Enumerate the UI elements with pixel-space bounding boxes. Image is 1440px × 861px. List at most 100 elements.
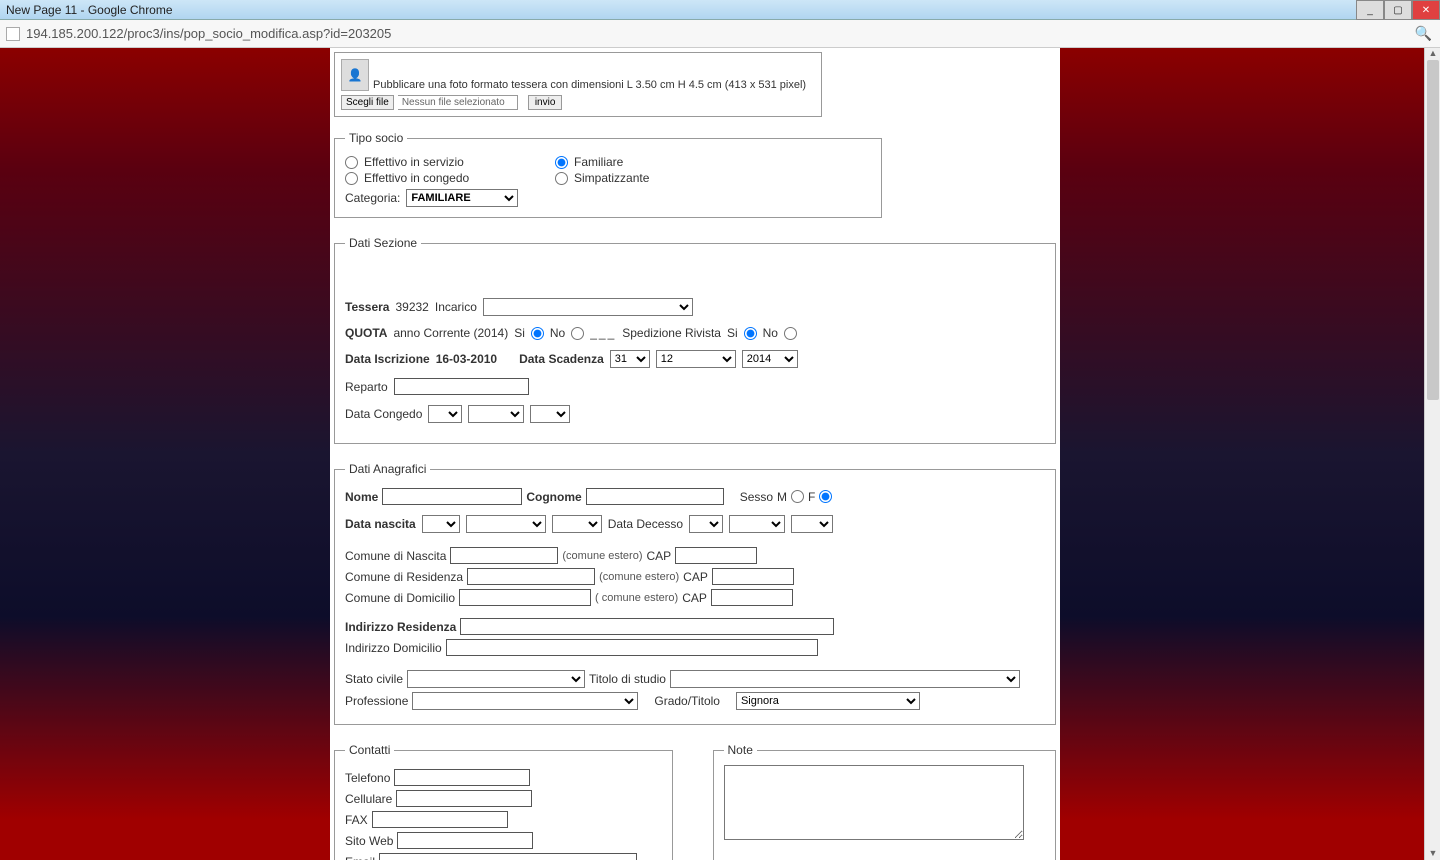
congedo-label: Data Congedo: [345, 407, 422, 421]
scadenza-year-select[interactable]: 2014: [742, 350, 798, 368]
decesso-year-select[interactable]: [791, 515, 833, 533]
congedo-year-select[interactable]: [530, 405, 570, 423]
contatti-legend: Contatti: [345, 743, 394, 757]
comune-nascita-input[interactable]: [450, 547, 558, 564]
sesso-f-radio[interactable]: [819, 490, 832, 503]
quota-year: anno Corrente (2014): [393, 326, 508, 340]
sped-no-label: No: [763, 326, 778, 340]
dati-sezione-legend: Dati Sezione: [345, 236, 421, 250]
quota-no-radio[interactable]: [571, 327, 584, 340]
data-iscrizione-label: Data Iscrizione: [345, 352, 430, 366]
cognome-input[interactable]: [586, 488, 724, 505]
estero-domicilio: ( comune estero): [595, 592, 678, 604]
nome-label: Nome: [345, 490, 378, 504]
choose-file-button[interactable]: Scegli file: [341, 95, 394, 110]
cap-residenza-label: CAP: [683, 570, 708, 584]
telefono-label: Telefono: [345, 771, 390, 785]
zoom-icon[interactable]: 🔍: [1415, 25, 1432, 42]
vertical-scrollbar[interactable]: ▲ ▼: [1424, 48, 1440, 860]
sito-label: Sito Web: [345, 834, 393, 848]
fax-input[interactable]: [372, 811, 508, 828]
comune-domicilio-label: Comune di Domicilio: [345, 591, 455, 605]
radio-effettivo-congedo[interactable]: [345, 172, 358, 185]
grado-select[interactable]: Signora: [736, 692, 920, 710]
photo-upload-box: 👤 Pubblicare una foto formato tessera co…: [334, 52, 822, 117]
url-text: 194.185.200.122/proc3/ins/pop_socio_modi…: [26, 26, 391, 41]
incarico-select[interactable]: [483, 298, 693, 316]
scroll-down-arrow[interactable]: ▼: [1425, 848, 1440, 860]
sesso-f-label: F: [808, 490, 815, 504]
avatar-placeholder-icon: 👤: [341, 59, 369, 91]
address-bar[interactable]: 194.185.200.122/proc3/ins/pop_socio_modi…: [0, 20, 1440, 48]
decesso-day-select[interactable]: [689, 515, 723, 533]
tipo-socio-fieldset: Tipo socio Effettivo in servizio Effetti…: [334, 131, 882, 218]
separator: ___: [590, 326, 616, 340]
file-selected-label: Nessun file selezionato: [398, 95, 518, 110]
sesso-label: Sesso: [740, 490, 773, 504]
quota-no-label: No: [550, 326, 565, 340]
minimize-button[interactable]: _: [1356, 0, 1384, 20]
label-effettivo-congedo: Effettivo in congedo: [364, 171, 469, 185]
congedo-day-select[interactable]: [428, 405, 462, 423]
cap-residenza-input[interactable]: [712, 568, 794, 585]
upload-button[interactable]: invio: [528, 95, 563, 110]
sped-si-radio[interactable]: [744, 327, 757, 340]
scroll-up-arrow[interactable]: ▲: [1425, 48, 1440, 60]
dati-sezione-fieldset: Dati Sezione Tessera 39232 Incarico QUOT…: [334, 236, 1056, 444]
dati-anagrafici-legend: Dati Anagrafici: [345, 462, 430, 476]
incarico-label: Incarico: [435, 300, 477, 314]
cap-domicilio-input[interactable]: [711, 589, 793, 606]
note-legend: Note: [724, 743, 757, 757]
professione-select[interactable]: [412, 692, 638, 710]
titolo-studio-label: Titolo di studio: [589, 672, 666, 686]
cellulare-input[interactable]: [396, 790, 532, 807]
radio-simpatizzante[interactable]: [555, 172, 568, 185]
cap-nascita-input[interactable]: [675, 547, 757, 564]
grado-label: Grado/Titolo: [654, 694, 720, 708]
nome-input[interactable]: [382, 488, 522, 505]
nascita-month-select[interactable]: [466, 515, 546, 533]
indirizzo-domicilio-input[interactable]: [446, 639, 818, 656]
reparto-label: Reparto: [345, 380, 388, 394]
nascita-year-select[interactable]: [552, 515, 602, 533]
data-iscrizione-value: 16-03-2010: [436, 352, 497, 366]
spedizione-label: Spedizione Rivista: [622, 326, 721, 340]
sito-input[interactable]: [397, 832, 533, 849]
note-fieldset: Note: [713, 743, 1056, 860]
cap-domicilio-label: CAP: [682, 591, 707, 605]
sped-no-radio[interactable]: [784, 327, 797, 340]
scroll-thumb[interactable]: [1427, 60, 1439, 400]
congedo-month-select[interactable]: [468, 405, 524, 423]
sesso-m-label: M: [777, 490, 787, 504]
estero-nascita: (comune estero): [562, 550, 642, 562]
stato-civile-select[interactable]: [407, 670, 585, 688]
titolo-studio-select[interactable]: [670, 670, 1020, 688]
categoria-select[interactable]: FAMILIARE: [406, 189, 518, 207]
scadenza-month-select[interactable]: 12: [656, 350, 736, 368]
sesso-m-radio[interactable]: [791, 490, 804, 503]
data-decesso-label: Data Decesso: [608, 517, 683, 531]
photo-hint: Pubblicare una foto formato tessera con …: [373, 79, 806, 91]
indirizzo-domicilio-label: Indirizzo Domicilio: [345, 641, 442, 655]
tessera-label: Tessera: [345, 300, 389, 314]
scadenza-day-select[interactable]: 31: [610, 350, 650, 368]
contatti-fieldset: Contatti Telefono Cellulare FAX Sito Web: [334, 743, 673, 860]
quota-si-label: Si: [514, 326, 525, 340]
professione-label: Professione: [345, 694, 408, 708]
decesso-month-select[interactable]: [729, 515, 785, 533]
reparto-input[interactable]: [394, 378, 529, 395]
email-input[interactable]: [379, 853, 637, 860]
quota-label: QUOTA: [345, 326, 387, 340]
indirizzo-residenza-input[interactable]: [460, 618, 834, 635]
comune-domicilio-input[interactable]: [459, 589, 591, 606]
quota-si-radio[interactable]: [531, 327, 544, 340]
maximize-button[interactable]: ▢: [1384, 0, 1412, 20]
close-button[interactable]: ✕: [1412, 0, 1440, 20]
radio-familiare[interactable]: [555, 156, 568, 169]
nascita-day-select[interactable]: [422, 515, 460, 533]
telefono-input[interactable]: [394, 769, 530, 786]
label-familiare: Familiare: [574, 155, 623, 169]
comune-residenza-input[interactable]: [467, 568, 595, 585]
note-textarea[interactable]: [724, 765, 1024, 840]
radio-effettivo-servizio[interactable]: [345, 156, 358, 169]
